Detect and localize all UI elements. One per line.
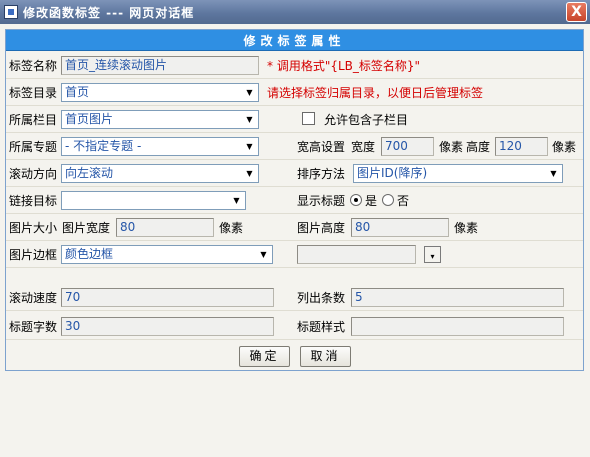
row-topic: 所属专题 - 不指定专题 - ▼ 宽高设置 宽度 700 像素 高度 120 像… [6,133,583,160]
color-picker-button[interactable]: ▾ [424,246,441,263]
row-tag-dir: 标签目录 首页 ▼ 请选择标签归属目录，以便日后管理标签 [6,79,583,106]
ok-button[interactable]: 确定 [239,346,290,367]
title-chars-label: 标题字数 [9,320,58,334]
tag-name-format-hint: * 调用格式"{LB_标签名称}" [267,59,421,73]
chevron-down-icon: ▼ [550,169,557,178]
row-scroll-dir: 滚动方向 向左滚动 ▼ 排序方法 图片ID(降序) ▼ [6,160,583,187]
topic-select[interactable]: - 不指定专题 - ▼ [61,137,259,156]
topic-label: 所属专题 [9,140,58,154]
scroll-dir-label: 滚动方向 [9,167,58,181]
window-titlebar: 修改函数标签 --- 网页对话框 X [0,0,590,24]
chevron-down-icon: ▼ [260,250,267,259]
img-size-label: 图片大小 [9,221,58,235]
img-height-unit: 像素 [454,221,479,235]
size-height-unit: 像素 [552,140,577,154]
row-scroll-speed: 滚动速度 70 列出条数 5 [6,284,583,311]
img-border-select[interactable]: 颜色边框 ▼ [61,245,273,264]
tag-name-input[interactable]: 首页_连续滚动图片 [61,56,259,75]
column-select[interactable]: 首页图片 ▼ [61,110,259,129]
column-label: 所属栏目 [9,113,58,127]
list-count-input[interactable]: 5 [351,288,564,307]
title-style-input[interactable] [351,317,564,336]
row-tag-name: 标签名称 首页_连续滚动图片 * 调用格式"{LB_标签名称}" [6,52,583,79]
close-button[interactable]: X [566,2,587,22]
title-chars-input[interactable]: 30 [61,317,274,336]
show-title-label: 显示标题 [297,194,346,208]
row-img-size: 图片大小 图片宽度 80 像素 图片高度 80 像素 [6,214,583,241]
size-height-label: 高度 [466,140,491,154]
scroll-dir-select[interactable]: 向左滚动 ▼ [61,164,259,183]
row-link-target: 链接目标 ▼ 显示标题 是 否 [6,187,583,214]
img-height-label: 图片高度 [297,221,346,235]
img-width-label: 图片宽度 [62,221,111,235]
tag-dir-select[interactable]: 首页 ▼ [61,83,259,102]
tag-dir-label: 标签目录 [9,86,58,100]
edit-tag-panel: 修改标签属性 标签名称 首页_连续滚动图片 * 调用格式"{LB_标签名称}" … [5,29,584,371]
show-title-yes-label: 是 [365,194,378,208]
sort-label: 排序方法 [297,167,346,181]
scroll-dir-value: 向左滚动 [65,166,114,180]
cancel-button[interactable]: 取消 [300,346,351,367]
link-target-select[interactable]: ▼ [61,191,246,210]
panel-header: 修改标签属性 [6,30,583,51]
show-title-no-radio[interactable] [382,194,394,206]
chevron-down-icon: ▼ [246,115,253,124]
img-width-unit: 像素 [219,221,244,235]
chevron-down-icon: ▼ [246,169,253,178]
window-title: 修改函数标签 --- 网页对话框 [23,5,195,20]
list-count-label: 列出条数 [297,291,346,305]
img-border-value: 颜色边框 [65,247,114,261]
border-color-input[interactable] [297,245,416,264]
show-title-no-label: 否 [397,194,410,208]
sort-value: 图片ID(降序) [357,166,428,180]
scroll-speed-input[interactable]: 70 [61,288,274,307]
chevron-down-icon: ▼ [246,88,253,97]
size-width-unit: 像素 [439,140,464,154]
topic-value: - 不指定专题 - [65,139,142,153]
chevron-down-icon: ▼ [246,142,253,151]
size-height-input[interactable]: 120 [495,137,548,156]
tag-dir-hint: 请选择标签归属目录，以便日后管理标签 [267,86,484,100]
tag-dir-value: 首页 [65,85,90,99]
img-width-input[interactable]: 80 [116,218,214,237]
sort-select[interactable]: 图片ID(降序) ▼ [353,164,563,183]
show-title-yes-radio[interactable] [350,194,362,206]
title-style-label: 标题样式 [297,320,346,334]
column-value: 首页图片 [65,112,114,126]
img-height-input[interactable]: 80 [351,218,449,237]
row-title-chars: 标题字数 30 标题样式 [6,313,583,340]
link-target-label: 链接目标 [9,194,58,208]
row-column: 所属栏目 首页图片 ▼ 允许包含子栏目 [6,106,583,133]
chevron-down-icon: ▼ [233,196,240,205]
size-label: 宽高设置 [297,140,346,154]
img-border-label: 图片边框 [9,248,58,262]
include-sub-label: 允许包含子栏目 [324,113,409,127]
size-width-input[interactable]: 700 [381,137,434,156]
include-sub-checkbox[interactable] [302,112,315,125]
dialog-app-icon [4,5,18,19]
size-width-label: 宽度 [351,140,376,154]
row-img-border: 图片边框 颜色边框 ▼ ▾ [6,241,583,268]
tag-name-label: 标签名称 [9,59,58,73]
scroll-speed-label: 滚动速度 [9,291,58,305]
